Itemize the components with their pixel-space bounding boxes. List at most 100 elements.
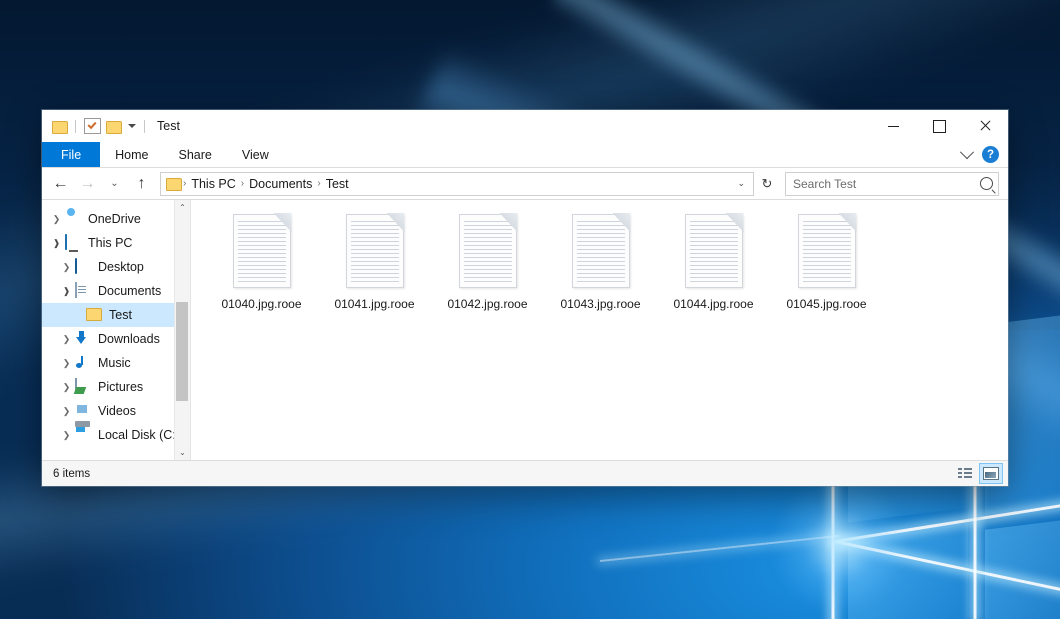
sidebar-item-onedrive[interactable]: ❯ OneDrive [42, 207, 190, 231]
sidebar-item-label: Documents [98, 284, 161, 298]
breadcrumb-this-pc[interactable]: This PC [188, 177, 238, 191]
divider [144, 120, 145, 133]
scrollbar-track[interactable] [175, 215, 190, 445]
chevron-down-icon[interactable] [960, 145, 974, 159]
chevron-down-icon[interactable]: ❱ [48, 238, 65, 249]
tab-view[interactable]: View [227, 142, 284, 167]
disk-icon [75, 427, 92, 443]
scroll-up-button[interactable]: ⌃ [175, 200, 190, 215]
this-pc-icon [65, 235, 82, 251]
sidebar-item-label: Test [109, 308, 132, 322]
file-name-label: 01045.jpg.rooe [786, 297, 866, 312]
ribbon-tab-bar: File Home Share View ? [42, 142, 1008, 168]
search-box[interactable]: Search Test [785, 172, 999, 196]
file-name-label: 01042.jpg.rooe [447, 297, 527, 312]
details-view-icon [958, 468, 972, 479]
list-item[interactable]: 01045.jpg.rooe [770, 212, 883, 312]
details-view-button[interactable] [954, 464, 976, 483]
arrow-right-icon: → [80, 176, 96, 192]
sidebar-item-documents[interactable]: ❱ Documents [42, 279, 190, 303]
chevron-down-icon[interactable] [128, 124, 136, 128]
sidebar-item-label: Desktop [98, 260, 144, 274]
list-item[interactable]: 01040.jpg.rooe [205, 212, 318, 312]
chevron-down-icon[interactable]: ❱ [58, 286, 75, 297]
documents-icon [75, 283, 92, 299]
maximize-button[interactable] [916, 110, 962, 142]
onedrive-icon [65, 211, 82, 227]
sidebar-item-label: Downloads [98, 332, 160, 346]
chevron-right-icon[interactable]: ❯ [58, 358, 75, 369]
chevron-right-icon[interactable]: ❯ [58, 430, 75, 441]
chevron-right-icon[interactable]: ❯ [58, 334, 75, 345]
refresh-button[interactable]: ↻ [756, 173, 778, 195]
tab-home[interactable]: Home [100, 142, 163, 167]
sidebar-item-test[interactable]: Test [42, 303, 190, 327]
folder-icon[interactable] [52, 120, 67, 133]
scrollbar-thumb[interactable] [176, 302, 188, 401]
minimize-icon [888, 126, 899, 127]
recent-locations-button[interactable]: ⌄ [102, 171, 127, 196]
new-folder-icon[interactable] [106, 120, 121, 133]
videos-icon [75, 403, 92, 419]
sidebar-scrollbar[interactable]: ⌃ ⌄ [174, 200, 190, 460]
arrow-left-icon: ← [53, 176, 69, 192]
back-button[interactable]: ← [48, 171, 73, 196]
sidebar-item-label: Local Disk (C:) [98, 428, 180, 442]
chevron-right-icon[interactable]: ❯ [58, 406, 75, 417]
generic-document-icon [685, 214, 743, 288]
window-body: ❯ OneDrive ❱ This PC ❯ Desktop ❱ [42, 199, 1008, 460]
forward-button[interactable]: → [75, 171, 100, 196]
chevron-right-icon[interactable]: ❯ [58, 262, 75, 273]
generic-document-icon [346, 214, 404, 288]
sidebar-item-videos[interactable]: ❯ Videos [42, 399, 190, 423]
sidebar-item-desktop[interactable]: ❯ Desktop [42, 255, 190, 279]
ribbon-right-controls: ? [962, 142, 1008, 167]
large-icons-view-button[interactable] [979, 463, 1003, 484]
sidebar-item-downloads[interactable]: ❯ Downloads [42, 327, 190, 351]
breadcrumb-documents[interactable]: Documents [246, 177, 315, 191]
wallpaper-logo-glow [770, 480, 910, 610]
large-icons-view-icon [983, 467, 999, 480]
generic-document-icon [572, 214, 630, 288]
music-icon [75, 355, 92, 371]
wallpaper-logo-pane [985, 516, 1060, 619]
help-icon[interactable]: ? [982, 146, 999, 163]
chevron-down-icon: ⌄ [110, 178, 118, 189]
chevron-right-icon[interactable]: ❯ [58, 382, 75, 393]
search-input[interactable]: Search Test [793, 177, 980, 191]
sidebar-item-pictures[interactable]: ❯ Pictures [42, 375, 190, 399]
address-dropdown-icon[interactable]: ⌄ [733, 178, 749, 189]
sidebar-item-this-pc[interactable]: ❱ This PC [42, 231, 190, 255]
close-icon [979, 120, 991, 132]
list-item[interactable]: 01044.jpg.rooe [657, 212, 770, 312]
file-explorer-window: Test File Home Share View ? [42, 110, 1008, 486]
list-item[interactable]: 01041.jpg.rooe [318, 212, 431, 312]
file-name-label: 01041.jpg.rooe [334, 297, 414, 312]
window-controls [870, 110, 1008, 142]
generic-document-icon [233, 214, 291, 288]
sidebar-item-local-disk[interactable]: ❯ Local Disk (C:) [42, 423, 190, 447]
file-name-label: 01040.jpg.rooe [221, 297, 301, 312]
address-bar-row: ← → ⌄ ↑ › This PC › Documents › Test ⌄ ↻ [42, 168, 1008, 199]
desktop-background: Test File Home Share View ? [0, 0, 1060, 619]
tab-file[interactable]: File [42, 142, 100, 167]
breadcrumb-test[interactable]: Test [323, 177, 352, 191]
up-button[interactable]: ↑ [129, 171, 154, 196]
minimize-button[interactable] [870, 110, 916, 142]
sidebar-item-label: This PC [88, 236, 132, 250]
chevron-right-icon[interactable]: ❯ [48, 214, 65, 225]
close-button[interactable] [962, 110, 1008, 142]
properties-checkbox-icon[interactable] [84, 118, 101, 134]
arrow-up-icon: ↑ [138, 176, 146, 192]
tab-share[interactable]: Share [164, 142, 227, 167]
file-list-pane[interactable]: 01040.jpg.rooe 01041.jpg.rooe [191, 200, 1008, 460]
list-item[interactable]: 01043.jpg.rooe [544, 212, 657, 312]
address-bar[interactable]: › This PC › Documents › Test ⌄ [160, 172, 754, 196]
scroll-down-button[interactable]: ⌄ [175, 445, 190, 460]
sidebar-item-music[interactable]: ❯ Music [42, 351, 190, 375]
divider [75, 120, 76, 133]
file-name-label: 01044.jpg.rooe [673, 297, 753, 312]
quick-access-toolbar[interactable] [52, 118, 148, 134]
list-item[interactable]: 01042.jpg.rooe [431, 212, 544, 312]
downloads-icon [75, 331, 92, 347]
